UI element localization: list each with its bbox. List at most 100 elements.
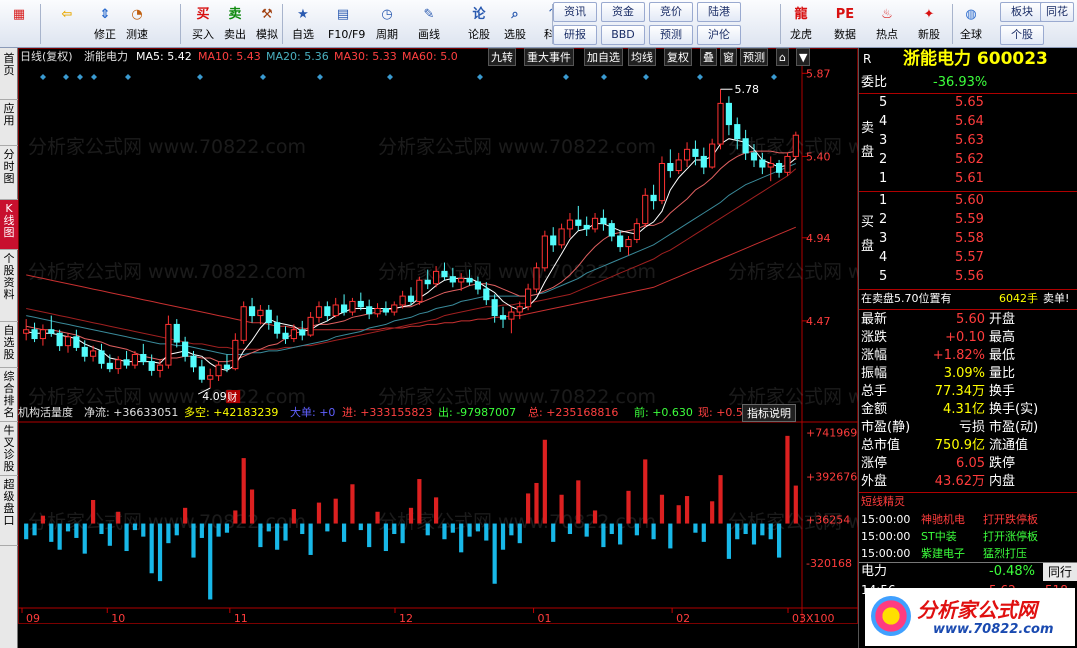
kline-button-窗[interactable]: 窗 <box>720 48 737 66</box>
candlestick <box>633 218 640 244</box>
candlestick <box>39 324 47 346</box>
sidebar-tab-超级盘口[interactable]: 超级盘口 <box>0 476 18 546</box>
sidebar-tab-应用[interactable]: 应用 <box>0 100 18 146</box>
candle-body <box>391 304 398 313</box>
small-button-沪伦[interactable]: 沪伦 <box>697 25 741 45</box>
kline-chart[interactable]: 5.875.404.944.47分析家公式网 www.70822.com 分析家公… <box>18 48 858 624</box>
sector-name[interactable]: 电力 <box>861 563 911 581</box>
candle-body <box>64 336 72 347</box>
elf-stock[interactable]: 神驰机电 <box>921 511 981 529</box>
small-button-BBD[interactable]: BBD <box>601 25 645 45</box>
indicator-bar <box>266 523 271 532</box>
toolbar-button-自选[interactable]: ★ 自选 <box>288 1 318 47</box>
toolbar-button-模拟[interactable]: ⚒ 模拟 <box>252 1 282 47</box>
buy-price[interactable]: 5.59 <box>955 211 995 229</box>
sidebar-tab-分时图[interactable]: 分时图 <box>0 146 18 200</box>
sidebar-tab-牛叉诊股[interactable]: 牛叉诊股 <box>0 422 18 476</box>
buy-price[interactable]: 5.60 <box>955 192 995 210</box>
kline-button-预测[interactable]: 预测 <box>740 48 768 66</box>
toolbar-button-back-arrow[interactable]: ⇦ <box>52 1 82 47</box>
event-marker-icon[interactable] <box>91 74 97 80</box>
event-marker-icon[interactable] <box>771 74 777 80</box>
small-button-资金[interactable]: 资金 <box>601 2 645 22</box>
kline-button-加自选[interactable]: 加自选 <box>584 48 623 66</box>
toolbar-button-选股[interactable]: ⌕ 选股 <box>500 1 530 47</box>
small-button-资讯[interactable]: 资讯 <box>553 2 597 22</box>
event-marker-icon[interactable] <box>77 74 83 80</box>
small-button-个股[interactable]: 个股 <box>1000 25 1044 45</box>
candle-body <box>366 306 373 315</box>
toolbar-button-画线[interactable]: ✎ 画线 <box>414 1 444 47</box>
sell-price[interactable]: 5.62 <box>955 151 995 169</box>
flower-logo-icon <box>871 596 911 636</box>
kline-button-⌂[interactable]: ⌂ <box>776 48 789 66</box>
event-marker-icon[interactable] <box>40 74 46 80</box>
indicator-bar <box>509 523 514 536</box>
sidebar-tab-K线图[interactable]: K线图 <box>0 200 18 250</box>
f10-icon: ▤ <box>336 7 350 22</box>
elf-stock[interactable]: ST中装 <box>921 528 981 546</box>
kline-button-九转[interactable]: 九转 <box>488 48 516 66</box>
toolbar-button-卖出[interactable]: 卖卖出 <box>220 1 250 47</box>
candle-body <box>441 270 448 278</box>
toolbar-button-买入[interactable]: 买买入 <box>188 1 218 47</box>
event-marker-icon[interactable] <box>643 74 649 80</box>
kline-button-均线[interactable]: 均线 <box>628 48 656 66</box>
event-marker-icon[interactable] <box>563 74 569 80</box>
candle-body <box>525 288 532 308</box>
sell-price[interactable]: 5.64 <box>955 113 995 131</box>
sell-price[interactable]: 5.61 <box>955 170 995 188</box>
small-button-板块[interactable]: 板块 <box>1000 2 1044 22</box>
small-button-预测[interactable]: 预测 <box>649 25 693 45</box>
event-marker-icon[interactable] <box>63 74 69 80</box>
kline-button-叠[interactable]: 叠 <box>700 48 717 66</box>
candlestick <box>240 301 247 344</box>
event-marker-icon[interactable] <box>125 74 131 80</box>
toolbar-button-测速[interactable]: ◔ 测速 <box>122 1 152 47</box>
elf-stock[interactable]: 紫建电子 <box>921 545 981 563</box>
indicator-bar <box>149 523 154 574</box>
event-marker-icon[interactable] <box>601 74 607 80</box>
toolbar-button-新股[interactable]: ✦ 新股 <box>914 1 944 47</box>
toolbar-button-论股[interactable]: 论论股 <box>464 1 494 47</box>
indicator-unit-label: X100 <box>806 612 835 624</box>
kline-button-▼[interactable]: ▼ <box>796 48 811 66</box>
sell-price[interactable]: 5.65 <box>955 94 995 112</box>
kline-area[interactable]: 5.87 5.40 4.94 4.47 分析家公式网 www.70822.com 分析家公… <box>18 48 858 624</box>
toolbar-button-全球[interactable]: ◍ 全球 <box>956 1 986 47</box>
indicator-bar <box>559 494 564 524</box>
event-marker-icon[interactable] <box>697 74 703 80</box>
small-button-同花[interactable]: 同花 <box>1040 2 1074 22</box>
indicator-help-button[interactable]: 指标说明 <box>742 404 796 422</box>
candle-body <box>349 300 356 313</box>
event-marker-icon[interactable] <box>477 74 483 80</box>
toolbar-button-龙虎[interactable]: 龍龙虎 <box>786 1 816 47</box>
sidebar-tab-综合排名[interactable]: 综合排名 <box>0 368 18 422</box>
event-marker-icon[interactable] <box>260 74 266 80</box>
toolbar-button-热点[interactable]: ♨ 热点 <box>872 1 902 47</box>
peer-tab[interactable]: 同行 <box>1043 563 1077 581</box>
kline-button-复权[interactable]: 复权 <box>664 48 692 66</box>
small-button-竞价[interactable]: 竞价 <box>649 2 693 22</box>
event-marker-icon[interactable] <box>317 74 323 80</box>
buy-price[interactable]: 5.56 <box>955 268 995 286</box>
sidebar-tab-首页[interactable]: 首页 <box>0 50 18 100</box>
stat-value: 43.62万 <box>934 474 985 489</box>
indicator-bar <box>258 523 263 548</box>
toolbar-button-周期[interactable]: ◷ 周期 <box>372 1 402 47</box>
sidebar-tab-个股资料[interactable]: 个股资料 <box>0 250 18 322</box>
buy-price[interactable]: 5.58 <box>955 230 995 248</box>
sidebar-tab-自选股[interactable]: 自选股 <box>0 322 18 368</box>
buy-price[interactable]: 5.57 <box>955 249 995 267</box>
toolbar-button-数据[interactable]: PE 数据 <box>830 1 860 47</box>
event-marker-icon[interactable] <box>387 74 393 80</box>
toolbar-button-修正[interactable]: ⇕ 修正 <box>90 1 120 47</box>
sell-price[interactable]: 5.63 <box>955 132 995 150</box>
small-button-研报[interactable]: 研报 <box>553 25 597 45</box>
toolbar-button-windows[interactable]: ▦ <box>4 1 34 47</box>
toolbar-button-F10/F9[interactable]: ▤ F10/F9 <box>328 1 365 47</box>
short-elf-title[interactable]: 短线精灵 <box>861 493 941 511</box>
kline-button-重大事件[interactable]: 重大事件 <box>524 48 574 66</box>
event-marker-icon[interactable] <box>197 74 203 80</box>
small-button-陆港[interactable]: 陆港 <box>697 2 741 22</box>
